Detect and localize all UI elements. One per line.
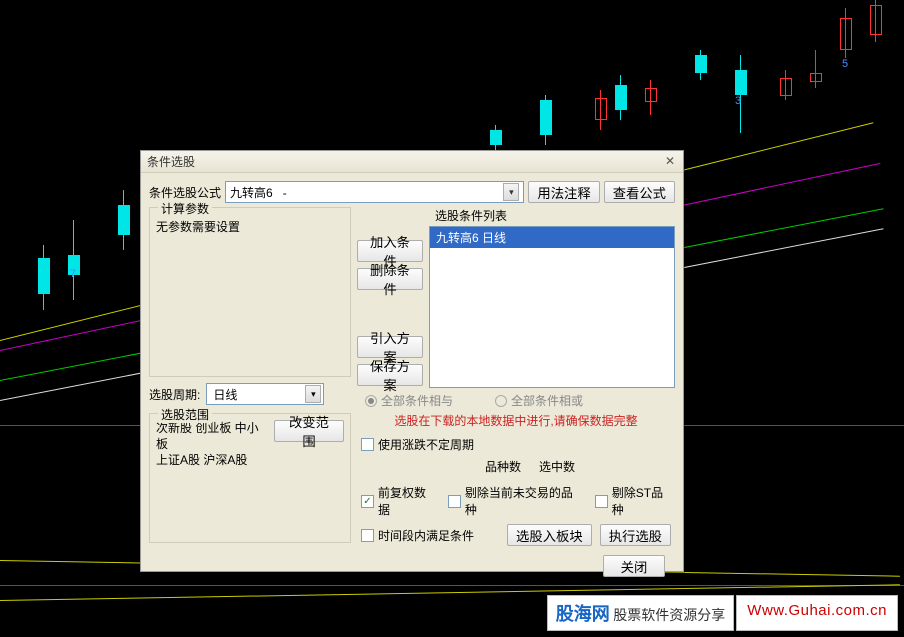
range-text: 次新股 创业板 中小板 上证A股 沪深A股 — [156, 420, 268, 468]
warning-text: 选股在下载的本地数据中进行,请确保数据完整 — [357, 411, 675, 433]
calc-params-fieldset: 计算参数 无参数需要设置 — [149, 207, 351, 377]
close-button[interactable]: 关闭 — [603, 555, 665, 577]
import-plan-button[interactable]: 引入方案 — [357, 336, 423, 358]
to-block-button[interactable]: 选股入板块 — [507, 524, 592, 546]
timespan-label: 时间段内满足条件 — [378, 527, 474, 544]
range-legend: 选股范围 — [158, 406, 212, 423]
formula-label: 条件选股公式 — [149, 184, 221, 201]
no-params-text: 无参数需要设置 — [156, 214, 344, 334]
checkbox-timespan[interactable] — [361, 529, 374, 542]
checkbox-exclude-st[interactable] — [595, 495, 608, 508]
site-watermark: 股海网 股票软件资源分享 Www.Guhai.com.cn — [547, 595, 898, 631]
period-value: 日线 — [213, 386, 305, 403]
period-label: 选股周期: — [149, 386, 200, 403]
chevron-down-icon[interactable]: ▾ — [503, 183, 519, 201]
delete-condition-button[interactable]: 删除条件 — [357, 268, 423, 290]
dialog-title: 条件选股 — [147, 153, 661, 170]
view-formula-button[interactable]: 查看公式 — [604, 181, 675, 203]
change-range-button[interactable]: 改变范围 — [274, 420, 344, 442]
exclude-st-label: 剔除ST品种 — [612, 484, 675, 518]
radio-icon — [495, 395, 507, 407]
watermark-url: Www.Guhai.com.cn — [736, 595, 898, 631]
calc-params-legend: 计算参数 — [158, 200, 212, 217]
condition-listbox[interactable]: 九转高6 日线 — [429, 226, 675, 388]
save-plan-button[interactable]: 保存方案 — [357, 364, 423, 386]
species-count-label: 品种数 — [485, 458, 521, 475]
dialog-titlebar[interactable]: 条件选股 ✕ — [141, 151, 683, 173]
condition-list-item[interactable]: 九转高6 日线 — [430, 227, 674, 248]
checkbox-forward-adjust[interactable]: ✓ — [361, 495, 374, 508]
range-fieldset: 选股范围 次新股 创业板 中小板 上证A股 沪深A股 改变范围 — [149, 413, 351, 543]
hits-count-label: 选中数 — [539, 458, 575, 475]
condition-list-label: 选股条件列表 — [357, 207, 675, 224]
usage-notes-button[interactable]: 用法注释 — [528, 181, 599, 203]
close-icon[interactable]: ✕ — [661, 154, 679, 170]
radio-and[interactable]: 全部条件相与 — [365, 392, 453, 409]
chevron-down-icon[interactable]: ▾ — [305, 385, 321, 403]
period-select[interactable]: 日线 ▾ — [206, 383, 324, 405]
watermark-name: 股海网 — [556, 604, 610, 624]
irregular-label: 使用涨跌不定周期 — [378, 436, 474, 453]
exclude-halted-label: 剔除当前未交易的品种 — [465, 484, 585, 518]
forward-label: 前复权数据 — [378, 484, 438, 518]
radio-icon — [365, 395, 377, 407]
run-screen-button[interactable]: 执行选股 — [600, 524, 671, 546]
radio-or[interactable]: 全部条件相或 — [495, 392, 583, 409]
formula-value: 九转高6 - — [230, 184, 503, 201]
stock-screener-dialog: 条件选股 ✕ 条件选股公式 九转高6 - ▾ 用法注释 查看公式 计算参数 无参… — [140, 150, 684, 572]
add-condition-button[interactable]: 加入条件 — [357, 240, 423, 262]
checkbox-exclude-halted[interactable] — [448, 495, 461, 508]
checkbox-irregular[interactable] — [361, 438, 374, 451]
watermark-subtitle: 股票软件资源分享 — [613, 609, 725, 624]
formula-combobox[interactable]: 九转高6 - ▾ — [225, 181, 524, 203]
